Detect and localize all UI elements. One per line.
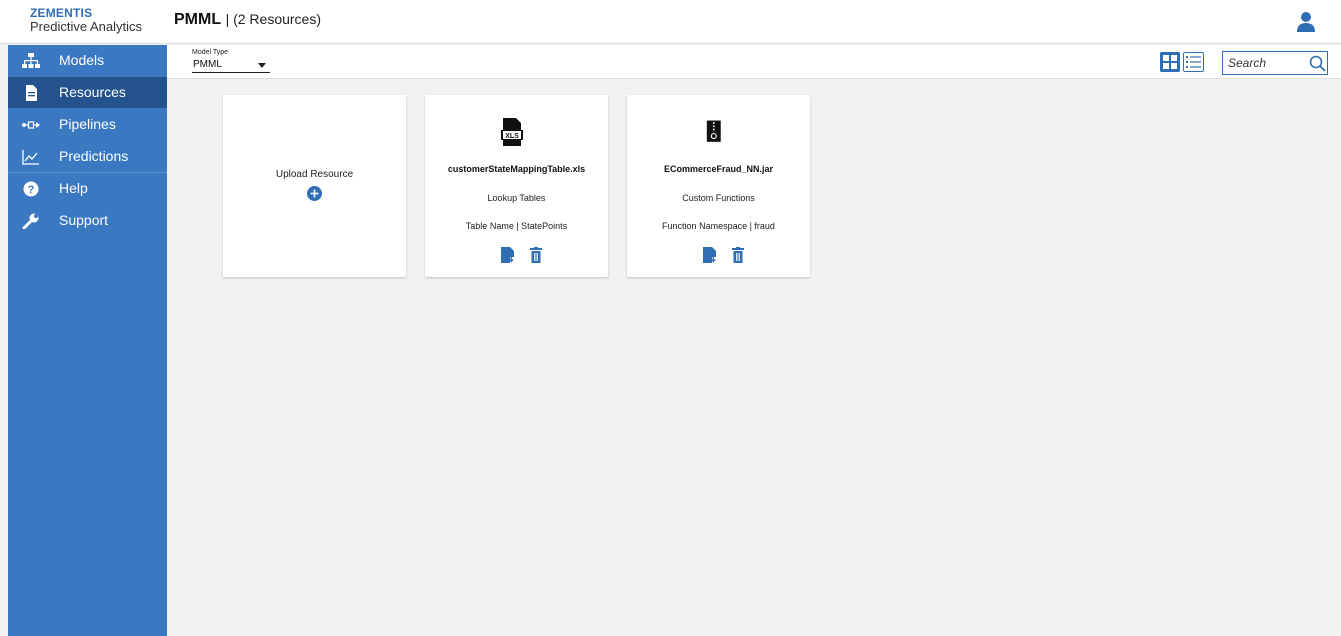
sidebar-item-pipelines[interactable]: Pipelines xyxy=(8,109,167,140)
sidebar-item-support[interactable]: Support xyxy=(8,205,167,236)
plus-circle-icon[interactable] xyxy=(307,186,322,201)
svg-text:XLS: XLS xyxy=(505,133,519,140)
toolbar: Model Type PMML xyxy=(167,45,1341,79)
sidebar-item-label: Support xyxy=(59,212,109,228)
resource-detail: Table Name | StatePoints xyxy=(465,221,568,231)
sidebar-item-help[interactable]: ? Help xyxy=(8,173,167,204)
trash-icon[interactable] xyxy=(732,247,744,263)
upload-resource-label: Upload Resource xyxy=(275,169,354,180)
svg-text:?: ? xyxy=(28,184,35,196)
search-box xyxy=(1222,51,1328,75)
page-title-main: PMML xyxy=(174,11,222,28)
sitemap-icon xyxy=(22,53,40,68)
download-icon[interactable] xyxy=(501,247,515,264)
grid-view-icon[interactable] xyxy=(1160,52,1180,72)
resource-name: customerStateMappingTable.xls xyxy=(447,164,586,174)
resource-name: ECommerceFraud_NN.jar xyxy=(663,164,774,174)
upload-resource-card[interactable]: Upload Resource xyxy=(223,95,406,277)
resource-detail: Function Namespace | fraud xyxy=(662,221,775,231)
page-title: PMML | (2 Resources) xyxy=(174,11,321,29)
sidebar-item-resources[interactable]: Resources xyxy=(8,77,167,108)
trash-icon[interactable] xyxy=(530,247,542,263)
line-chart-icon xyxy=(22,150,39,165)
model-type-value: PMML xyxy=(193,59,222,70)
search-icon[interactable] xyxy=(1309,55,1326,72)
resource-type: Custom Functions xyxy=(682,193,755,203)
download-icon[interactable] xyxy=(703,247,717,264)
sidebar-item-label: Predictions xyxy=(59,148,129,164)
search-input[interactable] xyxy=(1228,55,1304,71)
sidebar: Models Resources Pipelines Predictions ? xyxy=(8,45,167,636)
sidebar-item-label: Pipelines xyxy=(59,116,116,132)
help-icon: ? xyxy=(23,181,39,197)
resource-type: Lookup Tables xyxy=(487,193,546,203)
sidebar-item-label: Resources xyxy=(59,84,126,100)
document-icon xyxy=(26,85,37,101)
resource-card: ECommerceFraud_NN.jar Custom Functions F… xyxy=(627,95,810,277)
page-title-count: | (2 Resources) xyxy=(225,11,322,27)
wrench-icon xyxy=(22,213,39,229)
resource-card: XLS customerStateMappingTable.xls Lookup… xyxy=(425,95,608,277)
sidebar-item-label: Models xyxy=(59,52,105,68)
xls-file-icon: XLS xyxy=(501,118,523,146)
brand-name: ZEMENTIS xyxy=(30,6,93,20)
sidebar-item-predictions[interactable]: Predictions xyxy=(8,141,167,172)
sidebar-item-label: Help xyxy=(59,180,88,196)
pipeline-icon xyxy=(22,121,40,129)
user-icon[interactable] xyxy=(1296,11,1316,33)
model-type-label: Model Type xyxy=(192,49,229,56)
brand-product: Predictive Analytics xyxy=(30,19,142,34)
model-type-select[interactable]: PMML xyxy=(192,58,270,73)
zip-file-icon xyxy=(706,120,721,142)
top-header: ZEMENTIS Predictive Analytics PMML | (2 … xyxy=(0,0,1341,44)
sidebar-item-models[interactable]: Models xyxy=(8,45,167,76)
brand-logo[interactable]: ZEMENTIS Predictive Analytics xyxy=(30,6,142,34)
caret-down-icon xyxy=(258,63,266,68)
list-view-icon[interactable] xyxy=(1183,52,1204,72)
